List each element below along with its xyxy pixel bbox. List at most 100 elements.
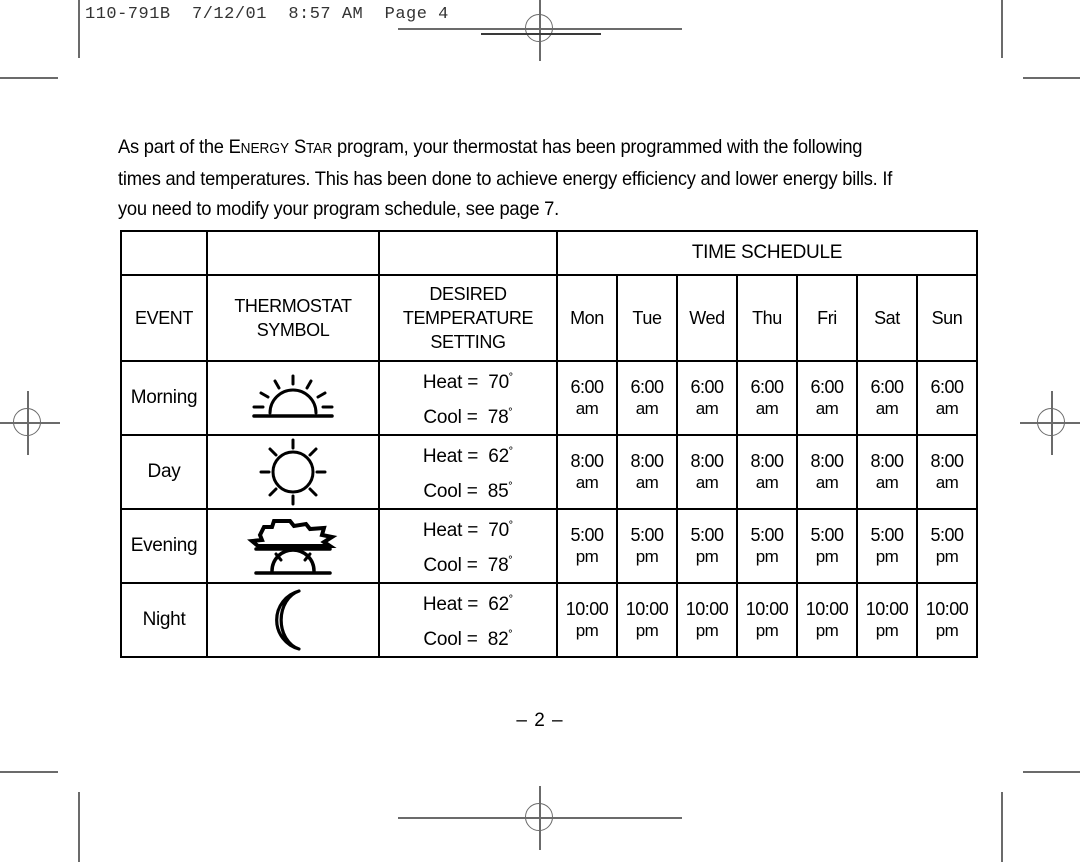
cell-time-day-tue: 8:00 am [616, 434, 678, 510]
time-value: 5:00 [690, 525, 724, 545]
time-value: 5:00 [870, 525, 904, 545]
sunset-cloud-icon [247, 519, 338, 575]
time-meridiem: pm [695, 621, 719, 640]
time-value: 8:00 [570, 451, 604, 471]
degree-symbol: ˚ [509, 519, 514, 534]
registration-circle [525, 803, 553, 831]
degree-symbol: ˚ [508, 480, 513, 495]
time-meridiem: am [815, 399, 839, 418]
header-temp-line3: SETTING [430, 332, 506, 352]
cool-value: 82 [487, 629, 509, 650]
time-value: 10:00 [565, 599, 609, 619]
cell-time-morning-wed: 6:00 am [676, 360, 738, 436]
cell-event-evening: Evening [120, 508, 208, 584]
cell-time-morning-sun: 6:00 am [916, 360, 978, 436]
cell-time-night-fri: 10:00 pm [796, 582, 858, 658]
header-day-sat: Sat [856, 274, 918, 362]
registration-mark-bottom [398, 786, 682, 850]
heat-label: Heat = [422, 520, 479, 541]
heat-value: 70 [488, 372, 510, 393]
cell-temperature-evening: Heat = 70˚ Cool = 78˚ [378, 508, 558, 584]
cell-time-morning-thu: 6:00 am [736, 360, 798, 436]
cool-label: Cool = [423, 555, 478, 576]
registration-circle [1037, 408, 1065, 436]
sun-icon [259, 438, 327, 506]
time-value: 8:00 [810, 451, 844, 471]
cell-event-day: Day [120, 434, 208, 510]
cell-time-day-sat: 8:00 am [856, 434, 918, 510]
cell-time-evening-sat: 5:00 pm [856, 508, 918, 584]
table-row: Morning Heat = 70˚ Cool = 78˚ 6:00 am 6:… [120, 360, 978, 436]
heat-label: Heat = [422, 372, 479, 393]
time-value: 10:00 [925, 599, 969, 619]
header-time-schedule: TIME SCHEDULE [556, 230, 978, 276]
cell-temperature-morning: Heat = 70˚ Cool = 78˚ [378, 360, 558, 436]
header-thermostat-symbol: THERMOSTAT SYMBOL [206, 274, 380, 362]
time-value: 5:00 [810, 525, 844, 545]
registration-mark-left [0, 391, 60, 455]
cell-time-night-wed: 10:00 pm [676, 582, 738, 658]
time-meridiem: pm [575, 621, 599, 640]
table-header-row-time-schedule: TIME SCHEDULE [120, 230, 978, 276]
time-meridiem: pm [755, 547, 779, 566]
time-meridiem: am [875, 399, 899, 418]
table-body: Morning Heat = 70˚ Cool = 78˚ 6:00 am 6:… [120, 360, 978, 658]
cell-time-day-wed: 8:00 am [676, 434, 738, 510]
time-value: 6:00 [690, 377, 724, 397]
time-meridiem: pm [815, 621, 839, 640]
time-meridiem: am [935, 399, 959, 418]
header-event: EVENT [120, 274, 208, 362]
moon-crescent-path [275, 589, 301, 651]
header-day-sun: Sun [916, 274, 978, 362]
time-value: 6:00 [930, 377, 964, 397]
energy-star-nergy: NERGY [240, 140, 290, 157]
crop-mark-top-left-horizontal [0, 77, 58, 79]
time-value: 5:00 [570, 525, 604, 545]
cool-setting-evening: Cool = 78˚ [380, 546, 556, 581]
header-day-wed: Wed [676, 274, 738, 362]
degree-symbol: ˚ [508, 406, 513, 421]
table-row: Day Heat = 62˚ Cool = 85˚ 8:00 am 8:00 a… [120, 434, 978, 510]
time-meridiem: am [935, 473, 959, 492]
cell-time-morning-tue: 6:00 am [616, 360, 678, 436]
time-meridiem: am [635, 399, 659, 418]
time-value: 6:00 [870, 377, 904, 397]
energy-star-s: S [293, 135, 306, 158]
registration-circle [525, 14, 553, 42]
header-day-thu: Thu [736, 274, 798, 362]
header-temp-line2: TEMPERATURE [402, 308, 534, 328]
header-spacer-symbol [206, 230, 380, 276]
cell-time-evening-sun: 5:00 pm [916, 508, 978, 584]
cell-time-day-thu: 8:00 am [736, 434, 798, 510]
header-symbol-line2: SYMBOL [256, 320, 330, 340]
cell-time-night-thu: 10:00 pm [736, 582, 798, 658]
cell-time-night-tue: 10:00 pm [616, 582, 678, 658]
header-spacer-temp [378, 230, 558, 276]
cool-value: 85 [487, 481, 509, 502]
cell-temperature-day: Heat = 62˚ Cool = 85˚ [378, 434, 558, 510]
degree-symbol: ˚ [509, 371, 514, 386]
time-meridiem: pm [695, 547, 719, 566]
cell-time-night-sat: 10:00 pm [856, 582, 918, 658]
time-meridiem: am [755, 473, 779, 492]
time-meridiem: am [575, 473, 599, 492]
time-value: 8:00 [750, 451, 784, 471]
time-meridiem: am [755, 399, 779, 418]
cell-time-day-mon: 8:00 am [556, 434, 618, 510]
time-value: 8:00 [630, 451, 664, 471]
time-meridiem: pm [935, 621, 959, 640]
header-day-tue: Tue [616, 274, 678, 362]
time-value: 8:00 [870, 451, 904, 471]
cell-time-morning-fri: 6:00 am [796, 360, 858, 436]
heat-label: Heat = [422, 446, 479, 467]
time-value: 6:00 [570, 377, 604, 397]
table-row: Night Heat = 62˚ Cool = 82˚ 10:00 pm 10:0… [120, 582, 978, 658]
crop-mark-top-right-vertical [1001, 0, 1003, 58]
time-meridiem: pm [875, 547, 899, 566]
registration-mark-top [398, 0, 682, 61]
time-meridiem: am [695, 399, 719, 418]
print-slug-text: 110-791B 7/12/01 8:57 AM Page 4 [85, 5, 449, 24]
header-symbol-line1: THERMOSTAT [234, 296, 352, 316]
header-day-mon: Mon [556, 274, 618, 362]
time-meridiem: pm [635, 547, 659, 566]
